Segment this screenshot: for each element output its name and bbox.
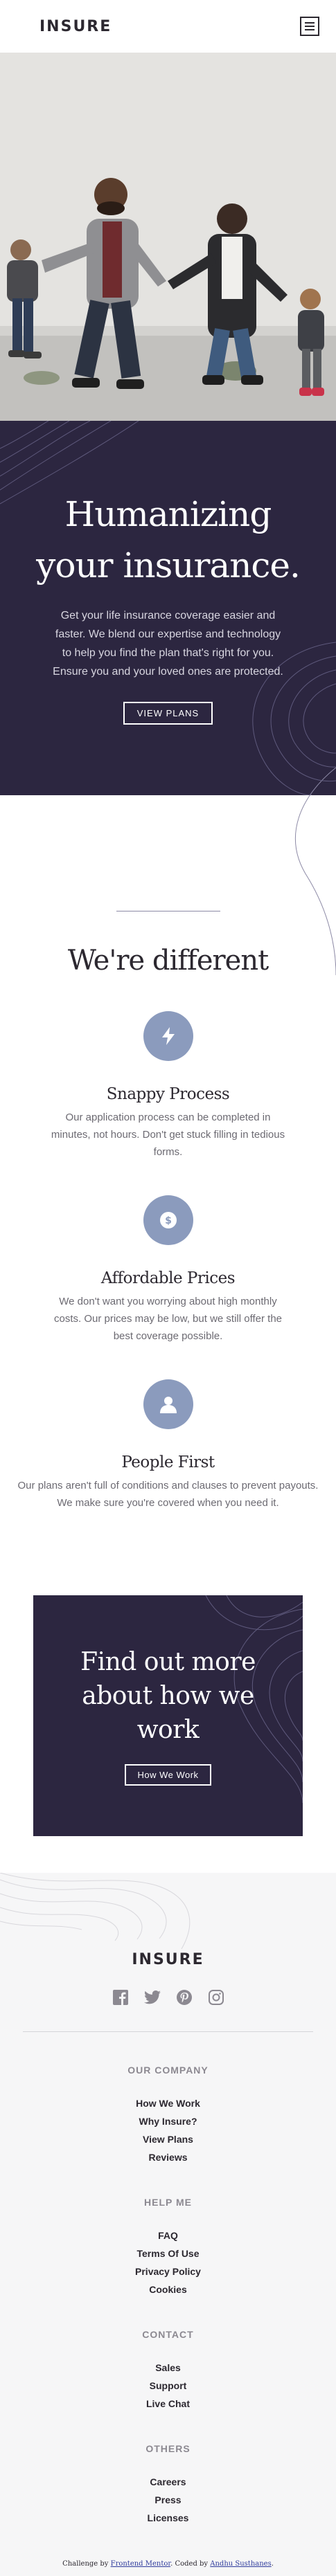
frontend-mentor-link[interactable]: Frontend Mentor [111, 2560, 170, 2568]
feature-title: Affordable Prices [100, 1269, 236, 1287]
person-icon [143, 1379, 193, 1429]
attribution-suffix: . [271, 2560, 274, 2568]
attribution-prefix: Challenge by [62, 2560, 109, 2568]
pinterest-icon[interactable] [176, 1989, 193, 2006]
site-header: INSURE [0, 0, 336, 53]
dollar-icon: $ [143, 1195, 193, 1245]
footer-group-title: HELP ME [144, 2197, 192, 2208]
lightning-icon [143, 1011, 193, 1061]
different-section: We're different Snappy Process Our appli… [0, 768, 336, 1512]
footer-link-cookies[interactable]: Cookies [0, 2280, 336, 2298]
footer-link-why-insure[interactable]: Why Insure? [0, 2112, 336, 2130]
family-walking-illustration [0, 53, 336, 421]
footer-group-title: CONTACT [142, 2329, 194, 2340]
svg-text:$: $ [165, 1215, 172, 1226]
feature-affordable-prices: $ Affordable Prices We don't want you wo… [0, 1195, 336, 1345]
footer-logo[interactable]: INSURE [0, 1951, 336, 1968]
cta-title: Find out more about how we work [80, 1648, 256, 1744]
attribution-middle: . Coded by [170, 2560, 209, 2568]
footer-link-view-plans[interactable]: View Plans [0, 2130, 336, 2148]
coder-link[interactable]: Andhu Susthanes [210, 2560, 271, 2568]
how-we-work-button[interactable]: How We Work [125, 1764, 211, 1786]
footer-link-careers[interactable]: Careers [0, 2473, 336, 2491]
decorative-curve [294, 768, 336, 975]
menu-line [305, 29, 315, 30]
feature-text: We don't want you worrying about high mo… [53, 1296, 283, 1342]
footer-group-contact: CONTACT Sales Support Live Chat [0, 2329, 336, 2413]
feature-people-first: People First Our plans aren't full of co… [0, 1379, 336, 1512]
hero-title-line1: Humanizing [64, 494, 272, 534]
cta-wrapper: Find out more about how we work How We W… [0, 1512, 336, 1836]
social-links [0, 1989, 336, 2006]
footer-divider [23, 2031, 313, 2032]
attribution: Challenge by Frontend Mentor. Coded by A… [0, 2560, 336, 2568]
footer-spacer [0, 1836, 336, 1873]
feature-title: People First [121, 1453, 215, 1471]
hero-description: Get your life insurance coverage easier … [53, 610, 283, 678]
footer-group-title: OUR COMPANY [127, 2065, 209, 2076]
hero-title: Humanizing your insurance. [0, 421, 336, 591]
footer-link-how-we-work[interactable]: How We Work [0, 2094, 336, 2112]
twitter-icon[interactable] [143, 1989, 161, 2006]
footer-link-reviews[interactable]: Reviews [0, 2148, 336, 2166]
menu-line [305, 26, 315, 27]
footer-group-our-company: OUR COMPANY How We Work Why Insure? View… [0, 2065, 336, 2166]
footer-group-help-me: HELP ME FAQ Terms Of Use Privacy Policy … [0, 2197, 336, 2298]
feature-title: Snappy Process [106, 1085, 230, 1103]
site-footer: INSURE OUR COMPANY How We Work Why Insur… [0, 1873, 336, 2576]
footer-link-privacy[interactable]: Privacy Policy [0, 2262, 336, 2280]
footer-wave-pattern [0, 1873, 191, 1950]
feature-text: Our application process can be completed… [51, 1112, 285, 1158]
feature-snappy-process: Snappy Process Our application process c… [0, 1011, 336, 1161]
hero-title-line2: your insurance. [36, 545, 301, 586]
footer-group-title: OTHERS [145, 2443, 191, 2454]
footer-group-others: OTHERS Careers Press Licenses [0, 2443, 336, 2527]
feature-text: Our plans aren't full of conditions and … [17, 1480, 319, 1509]
how-we-work-cta: Find out more about how we work How We W… [33, 1595, 303, 1836]
hamburger-menu-icon[interactable] [300, 17, 319, 36]
footer-link-faq[interactable]: FAQ [0, 2226, 336, 2244]
instagram-icon[interactable] [208, 1989, 224, 2006]
view-plans-button[interactable]: VIEW PLANS [123, 702, 213, 725]
footer-link-press[interactable]: Press [0, 2491, 336, 2509]
footer-link-sales[interactable]: Sales [0, 2359, 336, 2377]
footer-link-terms[interactable]: Terms Of Use [0, 2244, 336, 2262]
footer-link-live-chat[interactable]: Live Chat [0, 2395, 336, 2413]
footer-link-licenses[interactable]: Licenses [0, 2509, 336, 2527]
hero-section: Humanizing your insurance. Get your life… [0, 421, 336, 795]
site-logo[interactable]: INSURE [39, 18, 112, 35]
facebook-icon[interactable] [112, 1989, 129, 2006]
footer-link-support[interactable]: Support [0, 2377, 336, 2395]
hero-family-photo [0, 53, 336, 421]
menu-line [305, 22, 315, 24]
